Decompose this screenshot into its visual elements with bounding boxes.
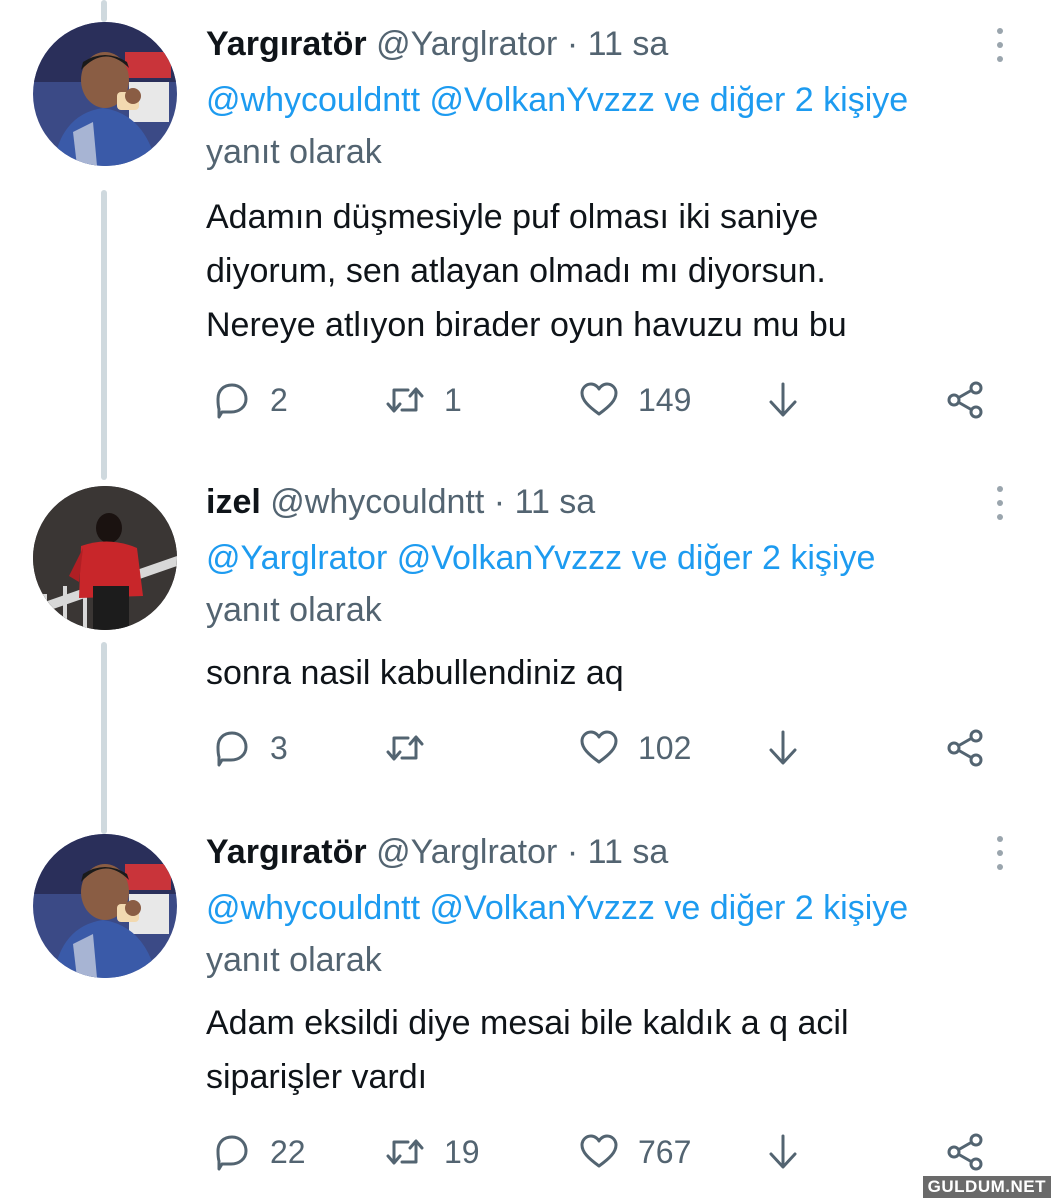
tweet-text-line: Adam eksildi diye mesai bile kaldık a q … [206,1004,849,1042]
display-name[interactable]: Yargıratör [206,833,367,871]
others-link[interactable]: ve diğer 2 kişiye [664,889,908,927]
reply-button[interactable]: 3 [210,728,288,768]
mention-link[interactable]: @Yarglrator [206,539,387,577]
reply-context: @whycouldntt @VolkanYvzzz ve diğer 2 kiş… [206,74,1036,178]
share-button[interactable] [944,1132,986,1172]
action-bar: 22 19 767 [206,1132,1006,1172]
display-name[interactable]: izel [206,483,261,521]
more-vertical-icon[interactable] [988,486,1012,524]
tweet-header: izel @whycouldntt · 11 sa [206,480,595,524]
retweet-count: 1 [444,381,462,418]
tweet-text: sonra nasil kabullendiniz aq [206,646,1006,700]
share-icon [947,381,983,419]
watermark-logo: GULDUM.NET [922,1176,1051,1198]
tweet-text: Adamın düşmesiyle puf olması iki saniye … [206,190,1006,352]
retweet-icon [386,1139,424,1165]
avatar-photo [33,22,177,166]
others-link[interactable]: ve diğer 2 kişiye [632,539,876,577]
separator-dot: · [566,833,579,871]
separator-dot: · [493,483,506,521]
heart-icon [580,730,618,764]
retweet-button[interactable]: 19 [384,1132,480,1172]
tweet-text-line: siparişler vardı [206,1058,428,1096]
more-vertical-icon[interactable] [988,836,1012,874]
thread-line [101,642,107,834]
others-link[interactable]: ve diğer 2 kişiye [664,81,908,119]
reply-context: @Yarglrator @VolkanYvzzz ve diğer 2 kişi… [206,532,1036,636]
share-icon [947,1133,983,1171]
heart-icon [580,382,618,416]
username[interactable]: @Yarglrator [376,833,557,871]
mention-link[interactable]: @VolkanYvzzz [430,889,655,927]
reply-icon [216,383,248,419]
retweet-icon [386,735,424,761]
action-bar: 3 102 [206,728,1006,768]
reply-icon [216,731,248,767]
retweet-button[interactable] [384,728,444,768]
more-vertical-icon[interactable] [988,28,1012,66]
action-bar: 2 1 149 [206,380,1006,420]
mention-link[interactable]: @VolkanYvzzz [397,539,622,577]
reply-label: yanıt olarak [206,133,382,171]
like-button[interactable]: 102 [578,728,691,768]
mention-link[interactable]: @VolkanYvzzz [430,81,655,119]
avatar[interactable] [33,22,177,166]
tweet-header: Yargıratör @Yarglrator · 11 sa [206,22,668,66]
reply-count: 22 [270,1133,306,1170]
download-button[interactable] [762,728,804,768]
like-button[interactable]: 149 [578,380,691,420]
tweet-text-line: Adamın düşmesiyle puf olması iki saniye [206,198,819,236]
tweet-text: Adam eksildi diye mesai bile kaldık a q … [206,996,1006,1104]
like-button[interactable]: 767 [578,1132,691,1172]
reply-label: yanıt olarak [206,591,382,629]
share-icon [947,729,983,767]
download-button[interactable] [762,380,804,420]
avatar[interactable] [33,834,177,978]
retweet-icon [386,387,424,413]
share-button[interactable] [944,728,986,768]
tweet-text-line: diyorum, sen atlayan olmadı mı diyorsun. [206,252,826,290]
username[interactable]: @Yarglrator [376,25,557,63]
reply-context: @whycouldntt @VolkanYvzzz ve diğer 2 kiş… [206,882,1036,986]
reply-count: 3 [270,729,288,766]
display-name[interactable]: Yargıratör [206,25,367,63]
tweet-text-line: Nereye atlıyon birader oyun havuzu mu bu [206,306,847,344]
tweet-header: Yargıratör @Yarglrator · 11 sa [206,830,668,874]
timestamp[interactable]: 11 sa [588,833,669,871]
download-icon [769,1134,797,1169]
mention-link[interactable]: @whycouldntt [206,81,420,119]
download-icon [769,730,797,765]
avatar[interactable] [33,486,177,630]
like-count: 767 [638,1133,692,1170]
download-button[interactable] [762,1132,804,1172]
reply-button[interactable]: 2 [210,380,288,420]
avatar-photo [33,486,177,630]
timestamp[interactable]: 11 sa [588,25,669,63]
share-button[interactable] [944,380,986,420]
mention-link[interactable]: @whycouldntt [206,889,420,927]
thread-line [101,190,107,480]
retweet-button[interactable]: 1 [384,380,462,420]
avatar-photo [33,834,177,978]
thread-line [101,0,107,22]
retweet-count: 19 [444,1133,480,1170]
download-icon [769,382,797,417]
like-count: 102 [638,729,692,766]
like-count: 149 [638,381,692,418]
timestamp[interactable]: 11 sa [515,483,596,521]
reply-label: yanıt olarak [206,941,382,979]
heart-icon [580,1134,618,1168]
tweet-text-line: sonra nasil kabullendiniz aq [206,654,624,692]
username[interactable]: @whycouldntt [270,483,484,521]
reply-button[interactable]: 22 [210,1132,306,1172]
separator-dot: · [566,25,579,63]
reply-count: 2 [270,381,288,418]
reply-icon [216,1135,248,1171]
